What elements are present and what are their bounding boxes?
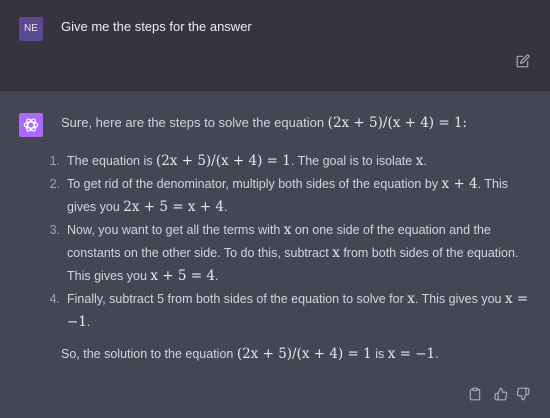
text-segment: . [223,200,228,214]
text-segment: . [214,269,219,283]
math-expression: 2x + 5 = x + 4 [123,199,224,215]
assistant-avatar [19,113,43,137]
text-segment: . The goal is to isolate [290,154,416,168]
text-segment: . [86,315,91,329]
step-number: 2. [49,177,60,191]
text-segment: . [435,347,439,361]
thumbs-up-icon[interactable] [494,387,508,401]
thumbs-down-icon[interactable] [516,387,530,401]
step-item: 1. The equation is (2x + 5)/(x + 4) = 1. … [40,150,540,173]
math-expression: x + 5 = 4 [150,268,215,284]
step-item: 3. Now, you want to get all the terms wit… [40,219,540,288]
steps-list: 1. The equation is (2x + 5)/(x + 4) = 1. … [40,150,540,334]
assistant-intro: Sure, here are the steps to solve the eq… [61,115,467,131]
text-segment: . [423,154,427,168]
conclusion-text: So, the solution to the equation (2x + 5… [61,346,439,362]
math-expression: (2x + 5)/(x + 4) = 1 [236,346,372,362]
user-avatar: NE [19,17,43,41]
intro-equation: (2x + 5)/(x + 4) = 1: [327,115,468,131]
math-expression: x + 4 [441,176,478,192]
user-message-block: NE Give me the steps for the answer [0,0,550,91]
text-segment: To get rid of the denominator, multiply … [67,177,442,191]
text-segment: . This gives you [414,292,505,306]
intro-text: Sure, here are the steps to solve the eq… [61,115,328,130]
message-actions [0,387,550,403]
step-number: 1. [49,154,60,168]
math-expression: x [332,245,340,261]
step-item: 2. To get rid of the denominator, multipl… [40,173,540,219]
chatgpt-logo-icon [23,118,39,132]
step-item: 4. Finally, subtract 5 from both sides of… [40,288,540,334]
text-segment: Now, you want to get all the terms with [67,223,284,237]
step-number: 3. [49,223,60,237]
text-segment: is [371,347,388,361]
math-expression: (2x + 5)/(x + 4) = 1 [155,153,291,169]
text-segment: Finally, subtract 5 from both sides of t… [67,292,408,306]
step-number: 4. [49,292,60,306]
math-expression: x = −1 [387,346,436,362]
math-expression: x [407,291,415,307]
clipboard-copy-icon[interactable] [468,387,482,401]
user-message-text: Give me the steps for the answer [61,19,252,34]
pencil-edit-icon[interactable] [516,54,530,68]
text-segment: The equation is [67,154,156,168]
assistant-message-block: Sure, here are the steps to solve the eq… [0,90,550,418]
text-segment: So, the solution to the equation [61,347,237,361]
